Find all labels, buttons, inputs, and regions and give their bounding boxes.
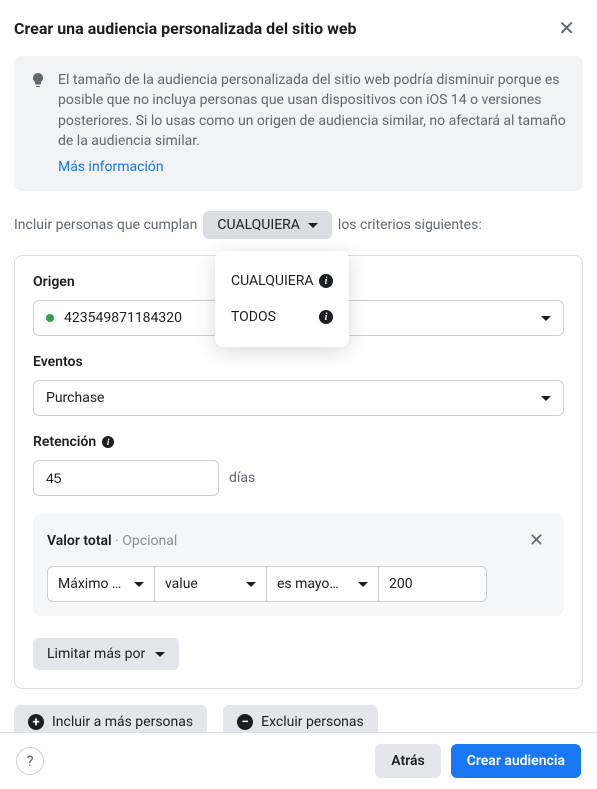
caret-down-icon bbox=[541, 316, 551, 321]
criteria-prefix: Incluir personas que cumplan bbox=[14, 217, 197, 233]
limit-more-label: Limitar más por bbox=[47, 646, 145, 662]
option-label: TODOS bbox=[231, 309, 276, 325]
caret-down-icon bbox=[134, 582, 144, 587]
close-icon[interactable]: ✕ bbox=[552, 16, 581, 40]
retention-unit: días bbox=[229, 470, 255, 486]
parameter-select[interactable]: value bbox=[155, 566, 267, 602]
caret-down-icon bbox=[541, 396, 551, 401]
events-value: Purchase bbox=[46, 390, 104, 406]
lightbulb-icon bbox=[30, 72, 46, 177]
exclude-label: Excluir personas bbox=[261, 714, 364, 730]
scroll-area[interactable]: El tamaño de la audiencia personalizada … bbox=[0, 56, 597, 732]
value-input[interactable]: 200 bbox=[379, 566, 487, 602]
criteria-option-any[interactable]: CUALQUIERA i bbox=[215, 263, 349, 299]
operator-value: es mayo… bbox=[277, 576, 358, 592]
help-icon[interactable]: ? bbox=[16, 747, 44, 775]
criteria-selector-label: CUALQUIERA bbox=[217, 217, 300, 233]
info-text: El tamaño de la audiencia personalizada … bbox=[58, 70, 567, 177]
modal-footer: ? Atrás Crear audiencia bbox=[0, 732, 597, 789]
operator-select[interactable]: es mayo… bbox=[267, 566, 379, 602]
info-icon[interactable]: i bbox=[102, 436, 114, 448]
caret-down-icon bbox=[155, 652, 165, 657]
remove-total-value-icon[interactable]: ✕ bbox=[523, 528, 550, 554]
modal-title: Crear una audiencia personalizada del si… bbox=[14, 19, 357, 38]
total-value-box: Valor total · Opcional ✕ Máximo … value … bbox=[33, 514, 564, 616]
learn-more-link[interactable]: Más información bbox=[58, 157, 164, 177]
total-value-label: Valor total · Opcional bbox=[47, 533, 177, 549]
limit-more-button[interactable]: Limitar más por bbox=[33, 638, 179, 670]
include-more-label: Incluir a más personas bbox=[52, 714, 193, 730]
total-value-row: Máximo … value es mayo… 200 bbox=[47, 566, 550, 602]
caret-down-icon bbox=[246, 582, 256, 587]
criteria-selector[interactable]: CUALQUIERA bbox=[203, 211, 332, 239]
caret-down-icon bbox=[358, 582, 368, 587]
info-icon[interactable]: i bbox=[319, 310, 333, 324]
create-audience-button[interactable]: Crear audiencia bbox=[451, 744, 581, 778]
exclude-button[interactable]: − Excluir personas bbox=[223, 705, 378, 732]
caret-down-icon bbox=[308, 223, 318, 228]
include-exclude-row: + Incluir a más personas − Excluir perso… bbox=[14, 705, 583, 732]
option-label: CUALQUIERA bbox=[231, 273, 314, 289]
value-text: 200 bbox=[389, 576, 476, 592]
info-icon[interactable]: i bbox=[319, 274, 333, 288]
events-label: Eventos bbox=[33, 354, 564, 370]
criteria-dropdown: CUALQUIERA i TODOS i bbox=[215, 251, 349, 347]
parameter-value: value bbox=[165, 576, 246, 592]
retention-label: Retención i bbox=[33, 434, 564, 450]
modal-header: Crear una audiencia personalizada del si… bbox=[0, 0, 597, 56]
status-dot-icon bbox=[46, 314, 54, 322]
plus-icon: + bbox=[28, 714, 44, 730]
retention-input[interactable] bbox=[33, 460, 219, 496]
back-button[interactable]: Atrás bbox=[375, 744, 440, 778]
criteria-line: Incluir personas que cumplan CUALQUIERA … bbox=[14, 211, 583, 239]
source-value: 423549871184320 bbox=[64, 310, 182, 326]
aggregate-value: Máximo … bbox=[58, 576, 134, 592]
minus-icon: − bbox=[237, 714, 253, 730]
criteria-suffix: los criterios siguientes: bbox=[338, 217, 482, 233]
events-select[interactable]: Purchase bbox=[33, 380, 564, 416]
include-more-button[interactable]: + Incluir a más personas bbox=[14, 705, 207, 732]
info-banner: El tamaño de la audiencia personalizada … bbox=[14, 56, 583, 191]
aggregate-select[interactable]: Máximo … bbox=[47, 566, 155, 602]
criteria-option-all[interactable]: TODOS i bbox=[215, 299, 349, 335]
